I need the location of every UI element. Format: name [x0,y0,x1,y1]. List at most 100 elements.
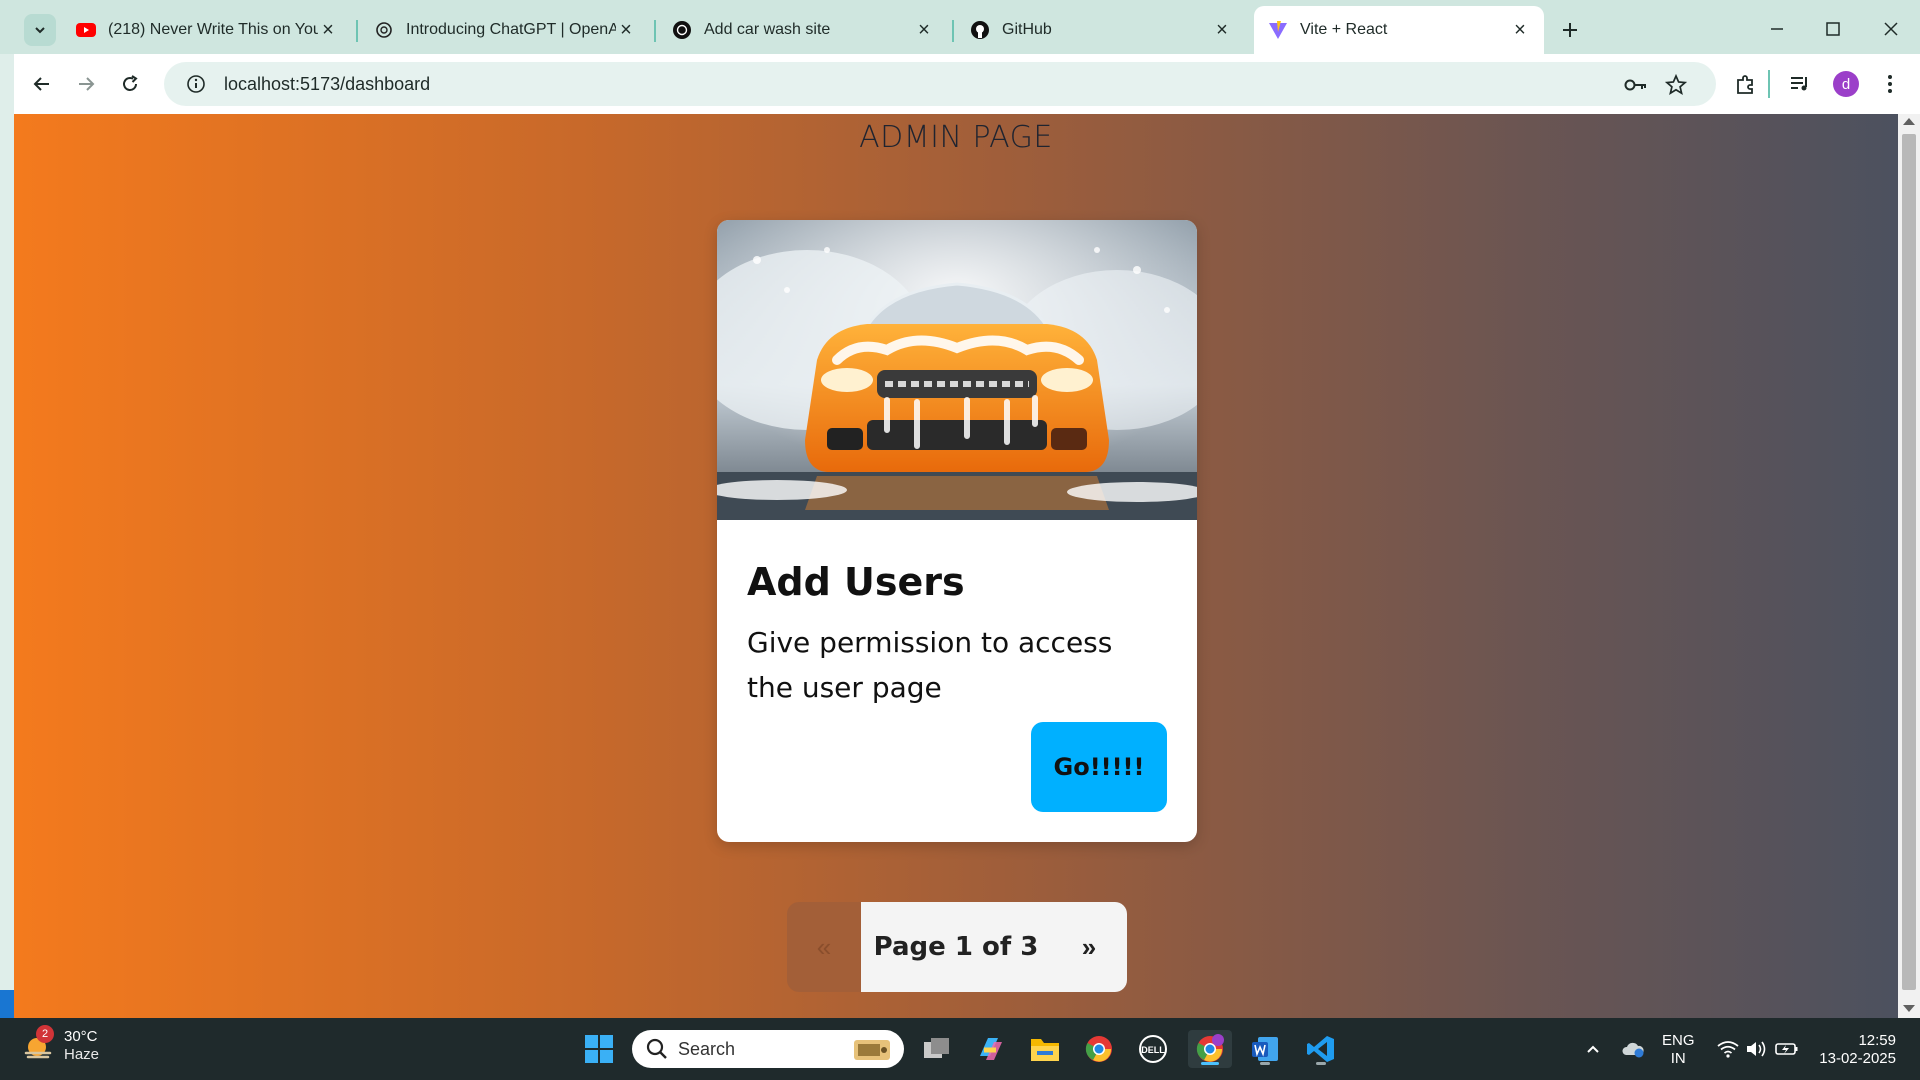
close-icon [1884,22,1898,36]
vscode-icon [1307,1036,1334,1062]
tab-youtube[interactable]: (218) Never Write This on Your I × [62,12,352,48]
openai-icon [672,20,692,40]
card-title: Add Users [747,560,965,604]
url-text[interactable]: localhost:5173/dashboard [224,74,430,95]
github-icon [970,20,990,40]
window-left-edge [0,54,14,1018]
search-icon [646,1038,667,1059]
volume-status[interactable] [1744,1018,1768,1080]
scroll-down-arrow-icon[interactable] [1903,1005,1915,1012]
speaker-icon [1747,1041,1766,1057]
close-tab-icon[interactable]: × [1510,19,1530,41]
clock-time: 12:59 [1858,1032,1896,1049]
tab-title: Add car wash site [704,21,831,38]
running-indicator [1260,1062,1270,1065]
tab-title: Introducing ChatGPT | OpenAI [406,21,616,38]
weather-condition: Haze [64,1046,100,1063]
battery-charging-icon [1775,1043,1798,1055]
tab-vite-react[interactable]: Vite + React × [1254,6,1544,54]
site-info-icon[interactable] [186,74,206,94]
tab-title: GitHub [1002,21,1052,38]
weather-widget[interactable]: 2 30°C Haze [22,1025,100,1064]
previous-page-button[interactable]: « [787,902,861,992]
start-button[interactable] [580,1030,618,1068]
show-hidden-icons-button[interactable] [1582,1018,1604,1080]
profile-button[interactable]: d [1830,68,1862,100]
dell-app-button[interactable]: DELL [1134,1030,1172,1068]
maximize-icon [1826,22,1840,36]
browser-toolbar: localhost:5173/dashboard d [14,54,1920,114]
pagination: « Page 1 of 3 » [787,902,1127,992]
chevron-up-icon [1587,1045,1599,1053]
car-wash-image [717,220,1197,520]
copilot-button[interactable] [972,1030,1010,1068]
chrome-icon [1196,1034,1224,1062]
back-button[interactable] [26,68,58,100]
weather-temperature: 30°C [64,1028,98,1045]
youtube-icon [76,20,96,40]
task-view-icon [924,1038,949,1058]
battery-status[interactable] [1774,1018,1800,1080]
windows-taskbar: 2 30°C Haze Search DELL ENG IN 12:59 13-… [0,1018,1920,1080]
media-playlist-icon [1791,77,1807,91]
chevron-down-icon [35,27,45,34]
scroll-thumb[interactable] [1902,134,1916,990]
onedrive-status[interactable] [1620,1018,1646,1080]
close-tab-icon[interactable]: × [914,19,934,41]
vscode-button[interactable] [1302,1030,1340,1068]
region-code: IN [1670,1050,1686,1067]
cloud-icon [1622,1042,1644,1058]
task-view-button[interactable] [918,1030,956,1068]
tab-title: Vite + React [1300,21,1388,38]
tab-add-car-wash[interactable]: Add car wash site × [658,12,948,48]
minimize-button[interactable] [1762,14,1792,44]
extensions-button[interactable] [1730,68,1762,100]
system-clock[interactable]: 12:59 13-02-2025 [1812,1032,1896,1068]
forward-button[interactable] [70,68,102,100]
word-button[interactable] [1246,1030,1284,1068]
taskbar-search[interactable]: Search [632,1030,904,1068]
maximize-button[interactable] [1818,14,1848,44]
new-tab-button[interactable] [1556,16,1584,44]
browser-menu-button[interactable] [1874,68,1906,100]
page-title: ADMIN PAGE [859,120,1053,155]
reload-icon [123,75,138,91]
close-tab-icon[interactable]: × [616,19,636,41]
file-explorer-button[interactable] [1026,1030,1064,1068]
bookmark-star-icon[interactable] [1664,73,1688,97]
search-placeholder: Search [678,1038,736,1059]
wifi-icon [1717,1041,1739,1058]
wifi-status[interactable] [1716,1018,1740,1080]
tab-separator [356,20,358,42]
close-tab-icon[interactable]: × [318,19,338,41]
reload-button[interactable] [114,68,146,100]
tab-separator [654,20,656,42]
card-description: Give permission to access the user page [747,626,1113,704]
chrome-button[interactable] [1080,1030,1118,1068]
tab-github[interactable]: GitHub × [956,12,1246,48]
toolbar-divider [1768,70,1770,98]
input-language[interactable]: ENG IN [1662,1032,1695,1068]
dell-icon: DELL [1139,1035,1167,1063]
scroll-up-arrow-icon[interactable] [1903,118,1915,125]
close-tab-icon[interactable]: × [1212,19,1232,41]
running-indicator [1316,1062,1326,1065]
arrow-left-icon [33,77,49,91]
arrow-right-icon [79,77,95,91]
folder-icon [1031,1039,1059,1061]
go-button[interactable]: Go!!!!! [1031,722,1167,812]
minimize-icon [1771,28,1783,30]
tab-openai-chatgpt[interactable]: Introducing ChatGPT | OpenAI × [360,12,650,48]
window-left-edge-accent [0,990,14,1018]
password-key-icon[interactable] [1624,73,1648,97]
vertical-scrollbar[interactable] [1898,114,1920,1018]
tab-strip: (218) Never Write This on Your I × Intro… [0,0,1920,54]
chrome-profile-button[interactable] [1188,1030,1232,1068]
address-bar[interactable]: localhost:5173/dashboard [164,62,1716,106]
close-window-button[interactable] [1876,14,1906,44]
chrome-icon [1085,1036,1112,1062]
next-page-button[interactable]: » [1051,902,1127,992]
tab-search-button[interactable] [24,14,56,46]
weather-sun-haze-icon: 2 [22,1025,56,1063]
media-controls-button[interactable] [1784,68,1816,100]
